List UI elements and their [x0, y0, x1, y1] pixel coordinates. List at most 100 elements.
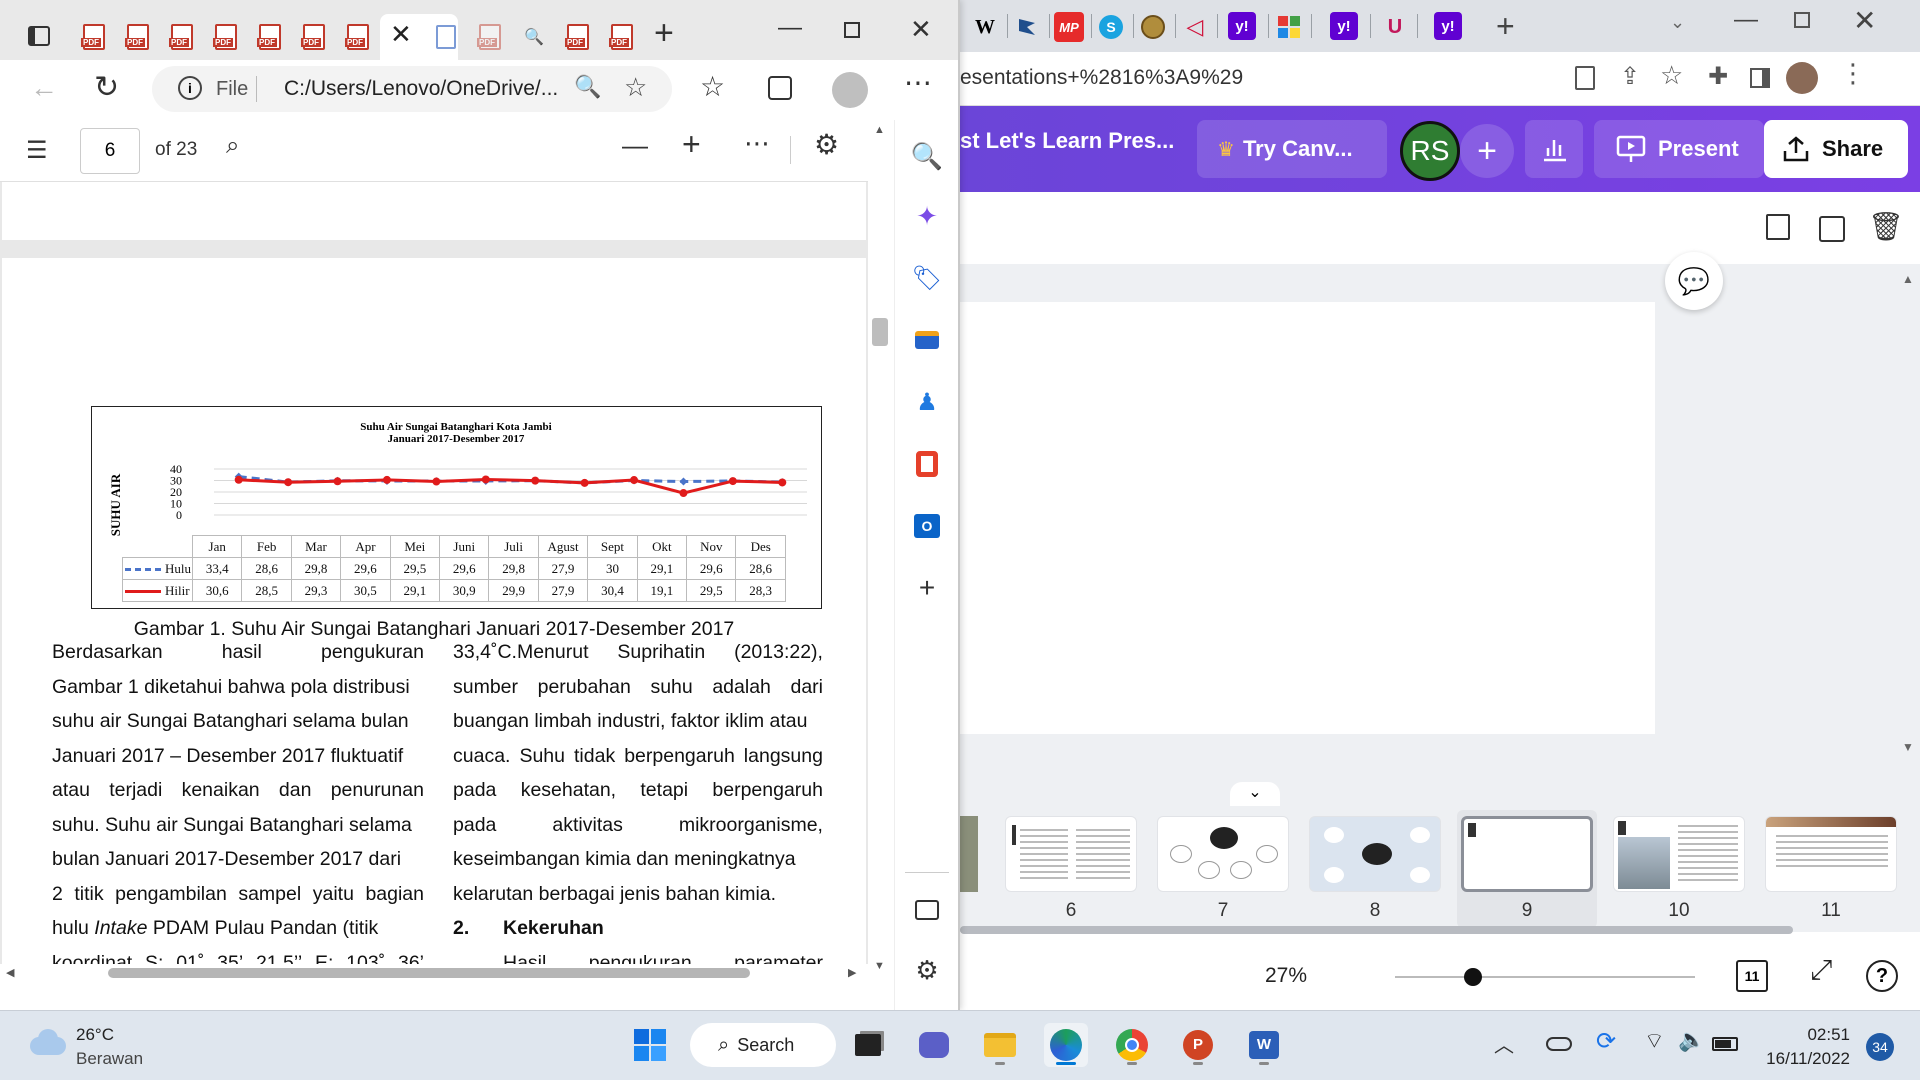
tab-skype[interactable]: S: [1096, 12, 1126, 42]
teams-chat-button[interactable]: [912, 1023, 956, 1067]
tab-pdf-5[interactable]: [256, 20, 284, 54]
profile-avatar[interactable]: [1786, 62, 1818, 94]
close-button[interactable]: ✕: [910, 14, 932, 45]
clipboard-icon[interactable]: [1575, 66, 1595, 90]
thumbnail-page-8[interactable]: [1309, 816, 1441, 892]
tab-actions-icon[interactable]: [28, 26, 50, 46]
taskbar-search[interactable]: ⌕ Search: [690, 1023, 836, 1067]
restore-button[interactable]: [1794, 12, 1810, 28]
settings-gear-icon[interactable]: ⚙: [814, 128, 839, 161]
scroll-right-arrow[interactable]: ▶: [848, 966, 856, 979]
tab-pdf-8[interactable]: [476, 20, 504, 54]
tab-pdf-4[interactable]: [212, 20, 240, 54]
tools-briefcase-icon[interactable]: [911, 324, 943, 356]
tab-document[interactable]: [432, 20, 460, 54]
tab-pdf-10[interactable]: [608, 20, 636, 54]
volume-icon[interactable]: 🔈: [1678, 1027, 1705, 1053]
copilot-sparkle-icon[interactable]: ✦: [911, 200, 943, 232]
thumbnail-page-11[interactable]: [1765, 816, 1897, 892]
start-button[interactable]: [628, 1023, 672, 1067]
address-bar[interactable]: esentations+%2816%3A9%29: [960, 66, 1243, 90]
share-icon[interactable]: ⇪: [1620, 62, 1640, 91]
thumbnail-page-7[interactable]: [1157, 816, 1289, 892]
shopping-tag-icon[interactable]: 🏷: [911, 262, 943, 294]
tab-mp[interactable]: MP: [1054, 12, 1084, 42]
share-button[interactable]: Share: [1764, 120, 1908, 178]
present-button[interactable]: Present: [1594, 120, 1764, 178]
avatar[interactable]: RS: [1400, 121, 1460, 181]
add-comment-icon[interactable]: 💬: [1665, 252, 1723, 310]
games-icon[interactable]: ♟: [911, 386, 943, 418]
search-icon[interactable]: ⌕: [226, 132, 239, 160]
add-sidebar-app-icon[interactable]: +: [911, 572, 943, 604]
zoom-slider-thumb[interactable]: [1464, 968, 1482, 986]
show-hidden-icons-chevron[interactable]: ︿: [1494, 1029, 1514, 1058]
tab-pdf-7[interactable]: [344, 20, 372, 54]
weather-temperature[interactable]: 26°C: [76, 1025, 114, 1045]
tab-pdf-6[interactable]: [300, 20, 328, 54]
thumbnail-page-6[interactable]: [1005, 816, 1137, 892]
sync-icon[interactable]: ⟳: [1596, 1027, 1616, 1056]
outlook-icon[interactable]: O: [911, 510, 943, 542]
task-view-button[interactable]: [846, 1023, 890, 1067]
battery-icon[interactable]: [1712, 1037, 1738, 1051]
weather-cloud-icon[interactable]: [28, 1027, 68, 1057]
add-favorite-icon[interactable]: ☆: [624, 72, 647, 103]
thumbnail-page-10[interactable]: [1613, 816, 1745, 892]
clock-time[interactable]: 02:51: [1760, 1025, 1850, 1045]
wifi-icon[interactable]: ⌔: [1644, 1027, 1665, 1055]
zoom-out-button[interactable]: —: [622, 130, 648, 161]
help-icon[interactable]: ?: [1866, 960, 1898, 992]
new-tab-button[interactable]: +: [654, 14, 674, 53]
thumbnail-partial[interactable]: [960, 816, 978, 892]
scroll-down-arrow[interactable]: ▼: [1902, 740, 1914, 754]
tab-search-chevron-icon[interactable]: ⌄: [1670, 12, 1685, 33]
thumbnail-page-9[interactable]: [1461, 816, 1593, 892]
add-collaborator-button[interactable]: +: [1460, 124, 1514, 178]
tab-flag[interactable]: [1012, 12, 1042, 42]
collapse-chevron-icon[interactable]: ⌄: [1230, 782, 1280, 806]
favorites-icon[interactable]: ☆: [700, 70, 725, 103]
scroll-up-arrow[interactable]: ▲: [874, 124, 885, 136]
onedrive-cloud-icon[interactable]: [1546, 1037, 1572, 1051]
new-tab-button[interactable]: +: [1496, 8, 1515, 45]
search-icon[interactable]: 🔍: [911, 140, 943, 172]
extensions-puzzle-icon[interactable]: ✚: [1708, 62, 1728, 91]
edge-button[interactable]: [1044, 1023, 1088, 1067]
close-button[interactable]: ✕: [1853, 4, 1876, 37]
clock-date[interactable]: 16/11/2022: [1740, 1049, 1850, 1069]
info-icon[interactable]: i: [178, 76, 202, 100]
weather-description[interactable]: Berawan: [76, 1049, 143, 1069]
office-icon[interactable]: [911, 448, 943, 480]
pdf-document-view[interactable]: Suhu Air Sungai Batanghari Kota Jambi Ja…: [0, 182, 868, 982]
sidebar-settings-icon[interactable]: ⚙: [911, 954, 943, 986]
minimize-button[interactable]: —: [1734, 6, 1758, 34]
address-text[interactable]: C:/Users/Lenovo/OneDrive/...: [284, 77, 558, 101]
tab-pdf-2[interactable]: [124, 20, 152, 54]
document-title[interactable]: st Let's Learn Pres...: [960, 128, 1174, 154]
tab-yahoo-1[interactable]: y!: [1228, 12, 1256, 40]
tab-yahoo-3[interactable]: y!: [1434, 12, 1462, 40]
hide-sidebar-icon[interactable]: [911, 894, 943, 926]
address-bar[interactable]: i File C:/Users/Lenovo/OneDrive/... 🔍 ☆: [152, 66, 672, 112]
tab-windows-logo[interactable]: [1274, 12, 1304, 42]
profile-avatar[interactable]: [832, 72, 868, 108]
page-number-input[interactable]: 6: [80, 128, 140, 174]
canva-slide-canvas[interactable]: [960, 302, 1655, 734]
side-panel-icon[interactable]: [1750, 68, 1770, 88]
close-tab-icon[interactable]: ✕: [390, 19, 412, 50]
tab-magnet[interactable]: U: [1380, 12, 1410, 42]
try-canva-pro-button[interactable]: ♛ Try Canv...: [1197, 120, 1387, 178]
tab-pdf-9[interactable]: [564, 20, 592, 54]
bookmark-star-icon[interactable]: ☆: [1660, 60, 1683, 91]
word-button[interactable]: W: [1242, 1023, 1286, 1067]
zoom-slider-track[interactable]: [1395, 976, 1695, 978]
settings-more-icon[interactable]: ⋯: [904, 66, 932, 99]
notification-badge[interactable]: 34: [1866, 1033, 1894, 1061]
tab-triangle[interactable]: ◁: [1180, 12, 1210, 42]
duplicate-page-icon[interactable]: [1819, 216, 1845, 242]
scroll-left-arrow[interactable]: ◀: [6, 966, 14, 979]
tab-pdf-3[interactable]: [168, 20, 196, 54]
vertical-scrollbar-thumb[interactable]: [872, 318, 888, 346]
collections-icon[interactable]: [768, 76, 792, 100]
